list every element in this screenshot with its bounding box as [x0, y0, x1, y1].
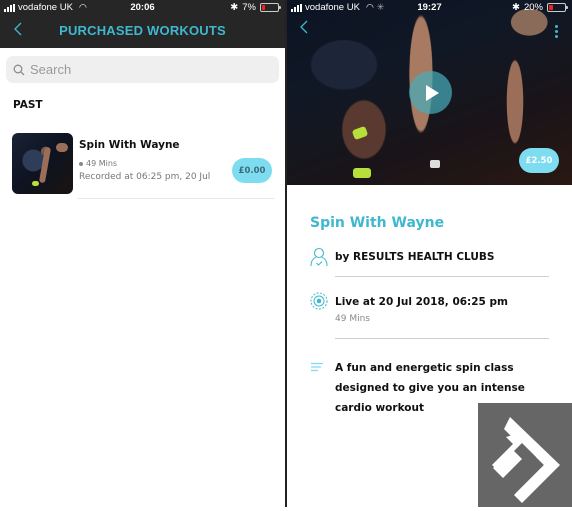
- duration-text: 49 Mins: [86, 159, 118, 168]
- live-icon: [310, 292, 328, 310]
- provider-name: by RESULTS HEALTH CLUBS: [335, 251, 495, 263]
- bluetooth-icon: ✱: [230, 2, 239, 13]
- play-button[interactable]: [409, 71, 452, 114]
- more-vertical-icon: [555, 25, 558, 28]
- status-bar: vodafone UK ◠ ✳ 19:27 ✱ 20%: [287, 0, 572, 16]
- divider: [335, 276, 549, 277]
- workout-name: Spin With Wayne: [79, 139, 180, 151]
- search-icon: [13, 64, 25, 75]
- nav-bar: vodafone UK ◠ 20:06 ✱ 7% PURCHASED WORKO…: [0, 0, 285, 48]
- chevron-left-icon: [300, 20, 308, 34]
- watermark-logo: [478, 403, 572, 507]
- battery-icon: [260, 3, 281, 12]
- battery-percent: 20%: [523, 2, 543, 13]
- recorded-time: Recorded at 06:25 pm, 20 Jul: [79, 172, 211, 182]
- logo-icon: [492, 417, 560, 503]
- workout-thumbnail: [12, 133, 73, 194]
- workout-list-item[interactable]: Spin With Wayne 49 Mins Recorded at 06:2…: [12, 133, 274, 199]
- provider-row: by RESULTS HEALTH CLUBS: [310, 247, 549, 277]
- more-dot: [555, 35, 558, 38]
- live-datetime: Live at 20 Jul 2018, 06:25 pm: [335, 296, 508, 308]
- description-row: A fun and energetic spin class designed …: [310, 356, 549, 414]
- bullet-icon: [79, 161, 83, 166]
- hero-image-detail: [430, 160, 440, 168]
- status-bar: vodafone UK ◠ 20:06 ✱ 7%: [0, 0, 285, 16]
- bluetooth-icon: ✱: [512, 2, 520, 13]
- schedule-row: Live at 20 Jul 2018, 06:25 pm 49 Mins: [310, 292, 549, 339]
- user-icon: [310, 247, 328, 267]
- purchased-workouts-screen: vodafone UK ◠ 20:06 ✱ 7% PURCHASED WORKO…: [0, 0, 285, 507]
- battery-icon: [547, 3, 568, 12]
- divider: [78, 198, 274, 199]
- workout-video-preview[interactable]: vodafone UK ◠ ✳ 19:27 ✱ 20% £2.50: [287, 0, 572, 185]
- price-badge[interactable]: £0.00: [232, 158, 272, 183]
- workout-duration: 49 Mins: [79, 159, 117, 168]
- more-dot: [555, 30, 558, 33]
- workout-title: Spin With Wayne: [310, 215, 445, 231]
- status-right: ✱ 20%: [512, 2, 568, 13]
- back-button[interactable]: [300, 20, 308, 39]
- more-options-button[interactable]: [555, 25, 558, 38]
- page-title: PURCHASED WORKOUTS: [59, 23, 226, 38]
- hero-image-detail: [351, 125, 369, 141]
- divider: [335, 338, 549, 339]
- battery-percent: 7%: [242, 2, 256, 13]
- status-right: ✱ 7%: [230, 2, 281, 13]
- description-icon: [311, 362, 323, 372]
- section-label-past: PAST: [13, 99, 43, 111]
- search-bar[interactable]: [6, 56, 279, 83]
- workout-duration: 49 Mins: [335, 314, 370, 324]
- price-badge[interactable]: £2.50: [519, 148, 559, 173]
- search-input[interactable]: [30, 62, 260, 77]
- hero-image-detail: [353, 168, 371, 178]
